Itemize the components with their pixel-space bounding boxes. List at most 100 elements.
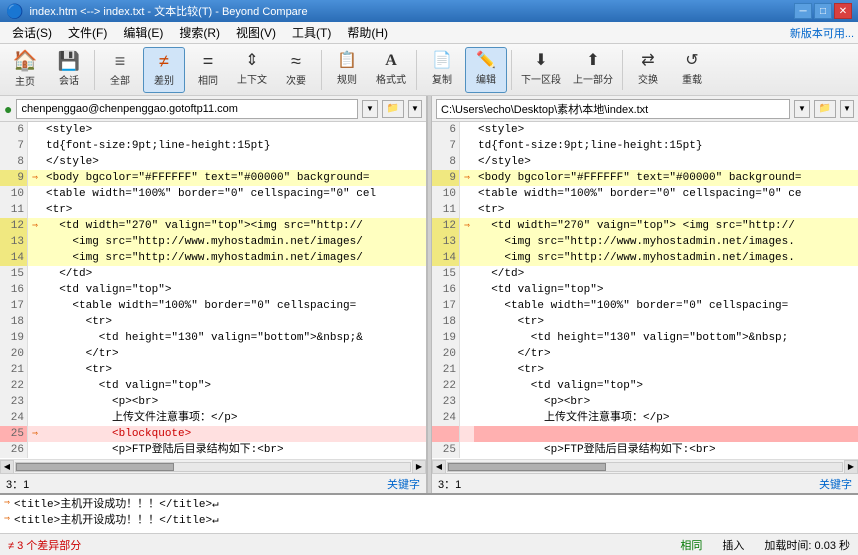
copy-label: 复制 bbox=[432, 71, 452, 86]
menu-file[interactable]: 文件(F) bbox=[60, 22, 115, 43]
left-code-area: 6 <style> 7 td{font-size:9pt;line-height… bbox=[0, 122, 426, 459]
session-label: 会话 bbox=[59, 72, 79, 87]
right-folder-dropdown[interactable]: ▼ bbox=[840, 100, 854, 118]
titlebar: 🔵 index.htm <--> index.txt - 文本比较(T) - B… bbox=[0, 0, 858, 22]
left-scroll-right[interactable]: ▶ bbox=[412, 460, 426, 474]
left-line-12: 12 ⇒ <td width="270" valign="top"><img s… bbox=[0, 218, 426, 234]
toolbar-format-button[interactable]: A 格式式 bbox=[370, 47, 412, 93]
right-scroll-thumb[interactable] bbox=[448, 463, 606, 471]
toolbar-session-button[interactable]: 💾 会话 bbox=[48, 47, 90, 93]
prev-label: 上一部分 bbox=[573, 71, 613, 86]
diff-content-1: <title>主机开设成功！！！</title>↵ bbox=[14, 495, 219, 511]
left-line-7: 7 td{font-size:9pt;line-height:15pt} bbox=[0, 138, 426, 154]
left-path-bar: ● ▼ 📁 ▼ bbox=[0, 96, 426, 122]
diff-icon: ≠ bbox=[159, 52, 169, 70]
toolbar-swap-button[interactable]: ⇄ 交换 bbox=[627, 47, 669, 93]
toolbar-sep-2 bbox=[321, 50, 322, 90]
right-line-19: 19 <td height="130" valign="bottom">&nbs… bbox=[432, 330, 858, 346]
menu-edit[interactable]: 编辑(E) bbox=[115, 22, 171, 43]
toolbar-home-button[interactable]: 🏠 主页 bbox=[4, 47, 46, 93]
right-keyword-link[interactable]: 关键字 bbox=[819, 476, 852, 492]
diff-line-1: ⇒ <title>主机开设成功！！！</title>↵ bbox=[0, 495, 858, 511]
toolbar-minor-button[interactable]: ≈ 次要 bbox=[275, 47, 317, 93]
right-line-24-text: 24 上传文件注意事项：</p> bbox=[432, 410, 858, 426]
new-version-link[interactable]: 新版本可用... bbox=[790, 25, 854, 41]
toolbar-rule-button[interactable]: 📋 规则 bbox=[326, 47, 368, 93]
left-folder-button[interactable]: 📁 bbox=[382, 100, 404, 118]
right-path-dropdown[interactable]: ▼ bbox=[794, 100, 810, 118]
toolbar-reload-button[interactable]: ↺ 重载 bbox=[671, 47, 713, 93]
all-label: 全部 bbox=[110, 72, 130, 87]
rule-label: 规则 bbox=[337, 71, 357, 86]
menu-view[interactable]: 视图(V) bbox=[228, 22, 284, 43]
left-path-input[interactable] bbox=[16, 99, 358, 119]
home-icon: 🏠 bbox=[13, 51, 38, 71]
left-line-22: 22 <td valign="top"> bbox=[0, 378, 426, 394]
right-line-9: 9 ⇒ <body bgcolor="#FFFFFF" text="#00000… bbox=[432, 170, 858, 186]
edit-label: 编辑 bbox=[476, 71, 496, 86]
right-line-23: 23 <p><br> bbox=[432, 394, 858, 410]
same-icon: = bbox=[203, 52, 214, 70]
minor-label: 次要 bbox=[286, 72, 306, 87]
reload-label: 重载 bbox=[682, 71, 702, 86]
all-icon: ≡ bbox=[115, 52, 126, 70]
toolbar-copy-button[interactable]: 📄 复制 bbox=[421, 47, 463, 93]
left-line-10: 10 <table width="100%" border="0" cellsp… bbox=[0, 186, 426, 202]
left-line-17: 17 <table width="100%" border="0" cellsp… bbox=[0, 298, 426, 314]
pane-container: ● ▼ 📁 ▼ 6 <style> 7 td{font-size:9pt;lin… bbox=[0, 96, 858, 493]
right-path-input[interactable] bbox=[436, 99, 790, 119]
reload-icon: ↺ bbox=[685, 53, 698, 69]
diff-label: 差别 bbox=[154, 72, 174, 87]
toolbar-prev-button[interactable]: ⬆ 上一部分 bbox=[568, 47, 618, 93]
left-scroll-left[interactable]: ◀ bbox=[0, 460, 14, 474]
left-scroll-thumb[interactable] bbox=[16, 463, 174, 471]
toolbar-edit-button[interactable]: ✏️ 编辑 bbox=[465, 47, 507, 93]
left-keyword-link[interactable]: 关键字 bbox=[387, 476, 420, 492]
right-line-22: 22 <td valign="top"> bbox=[432, 378, 858, 394]
menu-session[interactable]: 会话(S) bbox=[4, 22, 60, 43]
menu-search[interactable]: 搜索(R) bbox=[171, 22, 228, 43]
toolbar-all-button[interactable]: ≡ 全部 bbox=[99, 47, 141, 93]
right-scroll-left[interactable]: ◀ bbox=[432, 460, 446, 474]
next-label: 下一区段 bbox=[521, 71, 561, 86]
left-path-dropdown[interactable]: ▼ bbox=[362, 100, 378, 118]
right-line-10: 10 <table width="100%" border="0" cellsp… bbox=[432, 186, 858, 202]
diff-ind-1: ⇒ bbox=[4, 497, 10, 509]
right-line-13: 13 <img src="http://www.myhostadmin.net/… bbox=[432, 234, 858, 250]
statusbar: ≠ 3 个差异部分 相同 插入 加载时间: 0.03 秒 bbox=[0, 533, 858, 555]
context-icon: ⇕ bbox=[245, 53, 258, 69]
left-line-13: 13 <img src="http://www.myhostadmin.net/… bbox=[0, 234, 426, 250]
toolbar: 🏠 主页 💾 会话 ≡ 全部 ≠ 差别 = 相同 ⇕ 上下文 ≈ 次要 📋 规则… bbox=[0, 44, 858, 96]
close-button[interactable]: ✕ bbox=[834, 3, 852, 19]
maximize-button[interactable]: □ bbox=[814, 3, 832, 19]
left-hscrollbar: ◀ ▶ bbox=[0, 459, 426, 473]
left-folder-dropdown[interactable]: ▼ bbox=[408, 100, 422, 118]
toolbar-sep-3 bbox=[416, 50, 417, 90]
menu-help[interactable]: 帮助(H) bbox=[339, 22, 396, 43]
toolbar-next-button[interactable]: ⬇ 下一区段 bbox=[516, 47, 566, 93]
right-folder-button[interactable]: 📁 bbox=[814, 100, 836, 118]
session-icon: 💾 bbox=[58, 52, 80, 70]
right-line-8: 8 </style> bbox=[432, 154, 858, 170]
right-line-6: 6 <style> bbox=[432, 122, 858, 138]
left-line-23: 23 <p><br> bbox=[0, 394, 426, 410]
toolbar-diff-button[interactable]: ≠ 差别 bbox=[143, 47, 185, 93]
right-scroll-right[interactable]: ▶ bbox=[844, 460, 858, 474]
left-line-15: 15 </td> bbox=[0, 266, 426, 282]
diff-ind-2: ⇒ bbox=[4, 513, 10, 525]
status-load-time: 加载时间: 0.03 秒 bbox=[764, 537, 850, 553]
right-line-16: 16 <td valign="top"> bbox=[432, 282, 858, 298]
toolbar-context-button[interactable]: ⇕ 上下文 bbox=[231, 47, 273, 93]
toolbar-sep-1 bbox=[94, 50, 95, 90]
swap-label: 交换 bbox=[638, 71, 658, 86]
menu-tools[interactable]: 工具(T) bbox=[284, 22, 339, 43]
status-diff-count: ≠ 3 个差异部分 bbox=[8, 537, 81, 553]
right-line-12: 12 ⇒ <td width="270" vaign="top"> <img s… bbox=[432, 218, 858, 234]
left-line-25: 25 ⇒ <blockquote> bbox=[0, 426, 426, 442]
status-right: 相同 插入 加载时间: 0.03 秒 bbox=[680, 537, 850, 553]
right-line-7: 7 td{font-size:9pt;line-height:15pt} bbox=[432, 138, 858, 154]
toolbar-same-button[interactable]: = 相同 bbox=[187, 47, 229, 93]
app-icon: 🔵 bbox=[6, 3, 23, 20]
next-icon: ⬇ bbox=[534, 53, 547, 69]
minimize-button[interactable]: ─ bbox=[794, 3, 812, 19]
